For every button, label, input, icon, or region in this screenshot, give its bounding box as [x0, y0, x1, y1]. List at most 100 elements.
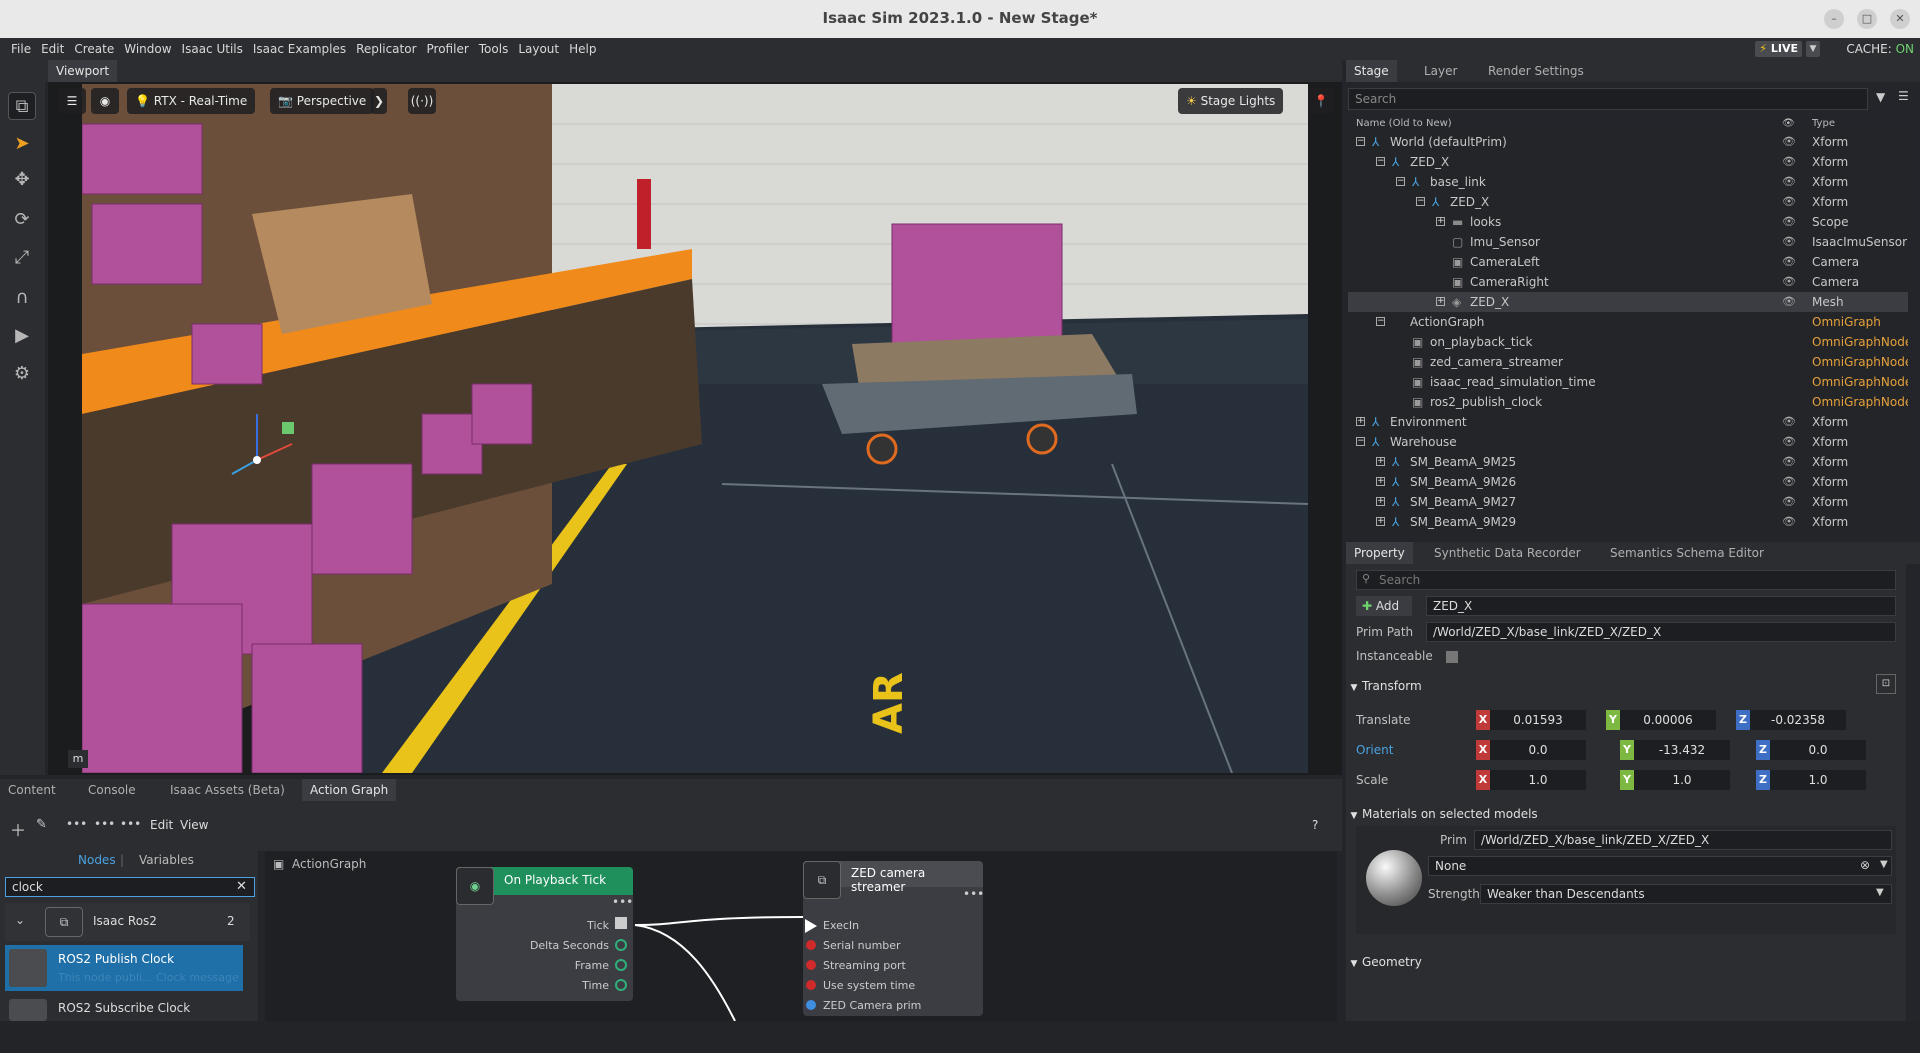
scale-y[interactable]: 1.0 — [1634, 770, 1730, 790]
scale-icon[interactable]: ⤢ — [8, 244, 36, 272]
help-button[interactable]: ? — [1312, 818, 1318, 832]
visibility-eye-icon[interactable]: 👁 — [1782, 512, 1796, 532]
exec-port[interactable] — [615, 917, 627, 929]
close-button[interactable]: ✕ — [1890, 9, 1910, 29]
table-row[interactable]: − ⅄ ZED_X 👁 Xform — [1348, 192, 1908, 212]
menu-create[interactable]: Create — [69, 38, 119, 60]
port[interactable] — [615, 939, 627, 951]
expand-toggle-icon[interactable]: − — [1376, 157, 1385, 166]
table-row[interactable]: − ⅄ ZED_X 👁 Xform — [1348, 152, 1908, 172]
tab-console[interactable]: Console — [80, 779, 144, 801]
edit-menu[interactable]: Edit — [150, 818, 173, 832]
expand-toggle-icon[interactable]: + — [1436, 217, 1445, 226]
expand-toggle-icon[interactable]: − — [1356, 437, 1365, 446]
port[interactable] — [615, 959, 627, 971]
table-row[interactable]: ▣ CameraLeft 👁 Camera — [1348, 252, 1908, 272]
column-name-header[interactable]: Name (Old to New) — [1356, 118, 1452, 129]
expand-toggle-icon[interactable]: − — [1396, 177, 1405, 186]
table-row[interactable]: ▣ on_playback_tick OmniGraphNode — [1348, 332, 1908, 352]
visibility-eye-icon[interactable]: 👁 — [1782, 252, 1796, 272]
table-row[interactable]: + ⅄ Environment 👁 Xform — [1348, 412, 1908, 432]
strength-select[interactable]: Weaker than Descendants — [1480, 884, 1892, 904]
tab-layer[interactable]: Layer — [1416, 60, 1465, 82]
clear-search-icon[interactable]: ✕ — [236, 879, 247, 894]
exec-in-port[interactable] — [805, 919, 817, 933]
tab-nodes[interactable]: Nodes — [78, 853, 116, 867]
expand-toggle-icon[interactable]: + — [1376, 517, 1385, 526]
table-row[interactable]: + ⅄ SM_BeamA_9M29 👁 Xform — [1348, 512, 1908, 532]
clear-material-icon[interactable]: ⊗ — [1860, 858, 1870, 872]
menu-profiler[interactable]: Profiler — [422, 38, 474, 60]
transform-section[interactable]: ▼ Transform — [1346, 676, 1906, 696]
instanceable-checkbox[interactable] — [1446, 651, 1458, 663]
tab-property[interactable]: Property — [1346, 542, 1413, 564]
scale-x[interactable]: 1.0 — [1490, 770, 1586, 790]
visibility-eye-icon[interactable]: 👁 — [1782, 132, 1796, 152]
camera-button[interactable]: 📷 Perspective — [270, 88, 375, 114]
port[interactable] — [615, 979, 627, 991]
more-icon[interactable]: ••• — [66, 817, 87, 831]
edit-icon[interactable]: ✎ — [36, 817, 47, 832]
visibility-eye-icon[interactable]: 👁 — [1782, 212, 1796, 232]
tab-viewport[interactable]: Viewport — [48, 60, 118, 82]
table-row[interactable]: − ⅄ Warehouse 👁 Xform — [1348, 432, 1908, 452]
port[interactable] — [806, 940, 816, 950]
add-button[interactable]: ✚ Add — [1356, 596, 1412, 616]
play-icon[interactable]: ▶ — [8, 322, 36, 350]
materials-section[interactable]: ▼ Materials on selected models — [1346, 804, 1906, 824]
column-type-header[interactable]: Type — [1812, 118, 1835, 129]
expand-toggle-icon[interactable]: + — [1376, 497, 1385, 506]
visibility-eye-icon[interactable]: 👁 — [1782, 192, 1796, 212]
orient-z[interactable]: 0.0 — [1770, 740, 1866, 760]
menu-isaac-examples[interactable]: Isaac Examples — [248, 38, 351, 60]
menu-tools[interactable]: Tools — [474, 38, 514, 60]
node-menu-icon[interactable]: ••• — [963, 887, 984, 901]
menu-window[interactable]: Window — [119, 38, 176, 60]
orient-y[interactable]: -13.432 — [1634, 740, 1730, 760]
visibility-eye-icon[interactable]: 👁 — [1782, 452, 1796, 472]
node-zed-camera-streamer[interactable]: ⧉ ZED camera streamer ••• ExecIn Serial … — [803, 861, 984, 1016]
translate-z[interactable]: -0.02358 — [1750, 710, 1846, 730]
expand-toggle-icon[interactable]: + — [1356, 417, 1365, 426]
visibility-eye-icon[interactable]: 👁 — [1782, 292, 1796, 312]
port[interactable] — [806, 1000, 816, 1010]
stage-search-input[interactable]: Search — [1348, 88, 1868, 110]
menu-edit[interactable]: Edit — [36, 38, 69, 60]
node-menu-icon[interactable]: ••• — [612, 895, 633, 909]
snap-icon[interactable]: ∩ — [8, 284, 36, 312]
live-dropdown-button[interactable]: ▼ — [1806, 41, 1820, 57]
menu-isaac-utils[interactable]: Isaac Utils — [177, 38, 248, 60]
port[interactable] — [806, 980, 816, 990]
viewport-settings-icon[interactable]: ☰ — [58, 88, 86, 114]
tab-stage[interactable]: Stage — [1346, 60, 1397, 82]
menu-file[interactable]: File — [6, 38, 36, 60]
view-menu[interactable]: View — [180, 818, 208, 832]
visibility-eye-icon[interactable]: 👁 — [1782, 472, 1796, 492]
category-isaac-ros2[interactable]: ⌄ ⧉ Isaac Ros2 2 — [5, 903, 250, 941]
node-on-playback-tick[interactable]: ◉ On Playback Tick ••• Tick Delta Second… — [456, 867, 633, 1001]
expand-toggle-icon[interactable]: + — [1436, 297, 1445, 306]
orient-x[interactable]: 0.0 — [1490, 740, 1586, 760]
prim-path-field[interactable]: /World/ZED_X/base_link/ZED_X/ZED_X — [1426, 622, 1896, 642]
minimize-button[interactable]: – — [1824, 9, 1844, 29]
material-prim-field[interactable]: /World/ZED_X/base_link/ZED_X/ZED_X — [1474, 830, 1892, 850]
orient-label[interactable]: Orient — [1356, 740, 1393, 760]
move-icon[interactable]: ✥ — [8, 166, 36, 194]
expand-toggle-icon[interactable]: − — [1416, 197, 1425, 206]
node-search-input[interactable]: clock — [5, 877, 255, 897]
more-icon-2[interactable]: ••• — [94, 817, 115, 831]
tab-content[interactable]: Content — [0, 779, 64, 801]
table-row[interactable]: − ⅄ base_link 👁 Xform — [1348, 172, 1908, 192]
expand-toggle-icon[interactable]: + — [1376, 477, 1385, 486]
translate-x[interactable]: 0.01593 — [1490, 710, 1586, 730]
maximize-button[interactable]: □ — [1857, 9, 1877, 29]
property-search-input[interactable]: Search — [1356, 570, 1896, 590]
select-arrow-icon[interactable]: ➤ — [8, 130, 36, 158]
table-row[interactable]: + ⅄ SM_BeamA_9M25 👁 Xform — [1348, 452, 1908, 472]
table-row[interactable]: + ⅄ SM_BeamA_9M27 👁 Xform — [1348, 492, 1908, 512]
material-select[interactable]: None — [1428, 856, 1892, 876]
table-row[interactable]: ▣ zed_camera_streamer OmniGraphNode — [1348, 352, 1908, 372]
visibility-eye-icon[interactable]: 👁 — [1782, 272, 1796, 292]
table-row[interactable]: + ⅄ SM_BeamA_9M26 👁 Xform — [1348, 472, 1908, 492]
visibility-eye-icon[interactable]: 👁 — [1782, 232, 1796, 252]
